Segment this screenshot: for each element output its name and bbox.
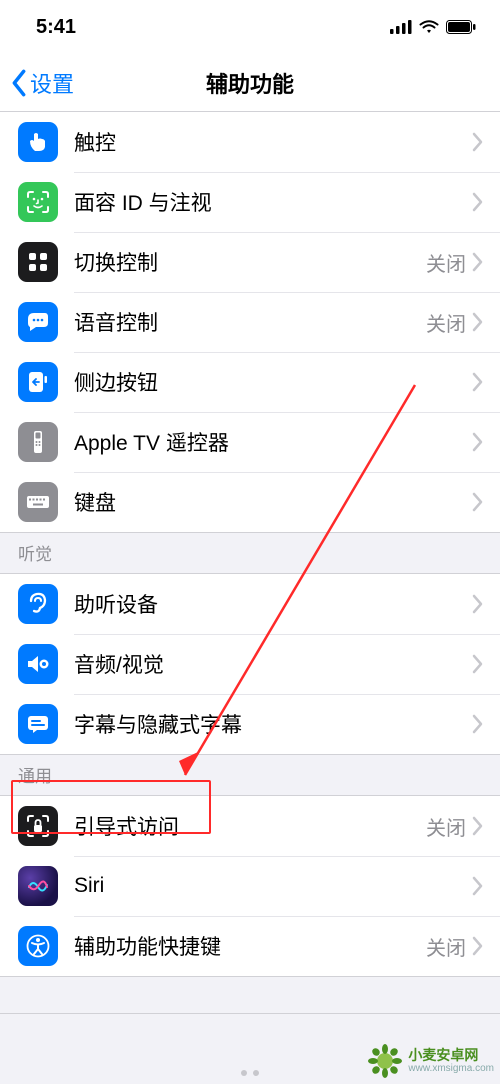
row-label: Siri — [74, 874, 472, 898]
row-label: 音频/视觉 — [74, 649, 472, 679]
row-label: 触控 — [74, 127, 472, 157]
row-touch[interactable]: 触控 — [0, 112, 500, 172]
siri-icon — [18, 866, 58, 906]
row-label: Apple TV 遥控器 — [74, 427, 472, 457]
section-gap-end — [0, 976, 500, 1014]
row-label: 字幕与隐藏式字幕 — [74, 709, 472, 739]
row-label: 面容 ID 与注视 — [74, 187, 472, 217]
switch-control-icon — [18, 242, 58, 282]
row-value: 关闭 — [426, 248, 466, 277]
row-guided-access[interactable]: 引导式访问 关闭 — [0, 796, 500, 856]
side-button-icon — [18, 362, 58, 402]
row-value: 关闭 — [426, 932, 466, 961]
chevron-right-icon — [472, 654, 484, 674]
back-label: 设置 — [30, 67, 74, 99]
row-apple-tv-remote[interactable]: Apple TV 遥控器 — [0, 412, 500, 472]
chevron-right-icon — [472, 594, 484, 614]
status-time: 5:41 — [36, 16, 76, 39]
row-label: 辅助功能快捷键 — [74, 931, 426, 961]
row-label: 引导式访问 — [74, 811, 426, 841]
voice-control-icon — [18, 302, 58, 342]
row-hearing-devices[interactable]: 助听设备 — [0, 574, 500, 634]
guided-access-icon — [18, 806, 58, 846]
nav-bar: 设置 辅助功能 — [0, 54, 500, 112]
row-audio-visual[interactable]: 音频/视觉 — [0, 634, 500, 694]
wifi-icon — [419, 20, 439, 34]
row-subtitles[interactable]: 字幕与隐藏式字幕 — [0, 694, 500, 754]
chevron-right-icon — [472, 714, 484, 734]
list-section-1: 助听设备 音频/视觉 字幕与隐藏式字幕 — [0, 574, 500, 754]
chevron-right-icon — [472, 936, 484, 956]
chevron-right-icon — [472, 492, 484, 512]
row-label: 切换控制 — [74, 247, 426, 277]
row-label: 侧边按钮 — [74, 367, 472, 397]
touch-icon — [18, 122, 58, 162]
watermark-brand: 小麦安卓网 — [408, 1048, 494, 1063]
row-siri[interactable]: Siri — [0, 856, 500, 916]
row-voice-control[interactable]: 语音控制 关闭 — [0, 292, 500, 352]
home-indicator — [241, 1070, 259, 1076]
chevron-right-icon — [472, 432, 484, 452]
chevron-right-icon — [472, 876, 484, 896]
watermark-site: www.xmsigma.com — [408, 1063, 494, 1074]
faceid-icon — [18, 182, 58, 222]
audio-visual-icon — [18, 644, 58, 684]
page-title: 辅助功能 — [0, 67, 500, 99]
row-accessibility-shortcut[interactable]: 辅助功能快捷键 关闭 — [0, 916, 500, 976]
watermark-logo-icon — [368, 1044, 402, 1078]
section-header-general: 通用 — [0, 754, 500, 796]
apple-tv-remote-icon — [18, 422, 58, 462]
row-label: 语音控制 — [74, 307, 426, 337]
keyboard-icon — [18, 482, 58, 522]
chevron-right-icon — [472, 312, 484, 332]
chevron-left-icon — [10, 69, 28, 97]
chevron-right-icon — [472, 816, 484, 836]
subtitles-icon — [18, 704, 58, 744]
cellular-icon — [390, 20, 412, 34]
row-side-button[interactable]: 侧边按钮 — [0, 352, 500, 412]
row-value: 关闭 — [426, 308, 466, 337]
chevron-right-icon — [472, 252, 484, 272]
accessibility-shortcut-icon — [18, 926, 58, 966]
status-right — [390, 20, 476, 34]
chevron-right-icon — [472, 192, 484, 212]
status-bar: 5:41 — [0, 0, 500, 54]
battery-icon — [446, 20, 476, 34]
section-header-hearing: 听觉 — [0, 532, 500, 574]
list-section-0: 触控 面容 ID 与注视 切换控制 关闭 语音控制 关闭 侧边按钮 Apple … — [0, 112, 500, 532]
row-faceid[interactable]: 面容 ID 与注视 — [0, 172, 500, 232]
row-value: 关闭 — [426, 812, 466, 841]
list-section-2: 引导式访问 关闭 Siri 辅助功能快捷键 关闭 — [0, 796, 500, 976]
row-keyboard[interactable]: 键盘 — [0, 472, 500, 532]
row-switch-control[interactable]: 切换控制 关闭 — [0, 232, 500, 292]
row-label: 键盘 — [74, 487, 472, 517]
chevron-right-icon — [472, 372, 484, 392]
hearing-icon — [18, 584, 58, 624]
chevron-right-icon — [472, 132, 484, 152]
row-label: 助听设备 — [74, 589, 472, 619]
back-button[interactable]: 设置 — [0, 67, 74, 99]
watermark: 小麦安卓网 www.xmsigma.com — [368, 1044, 494, 1078]
